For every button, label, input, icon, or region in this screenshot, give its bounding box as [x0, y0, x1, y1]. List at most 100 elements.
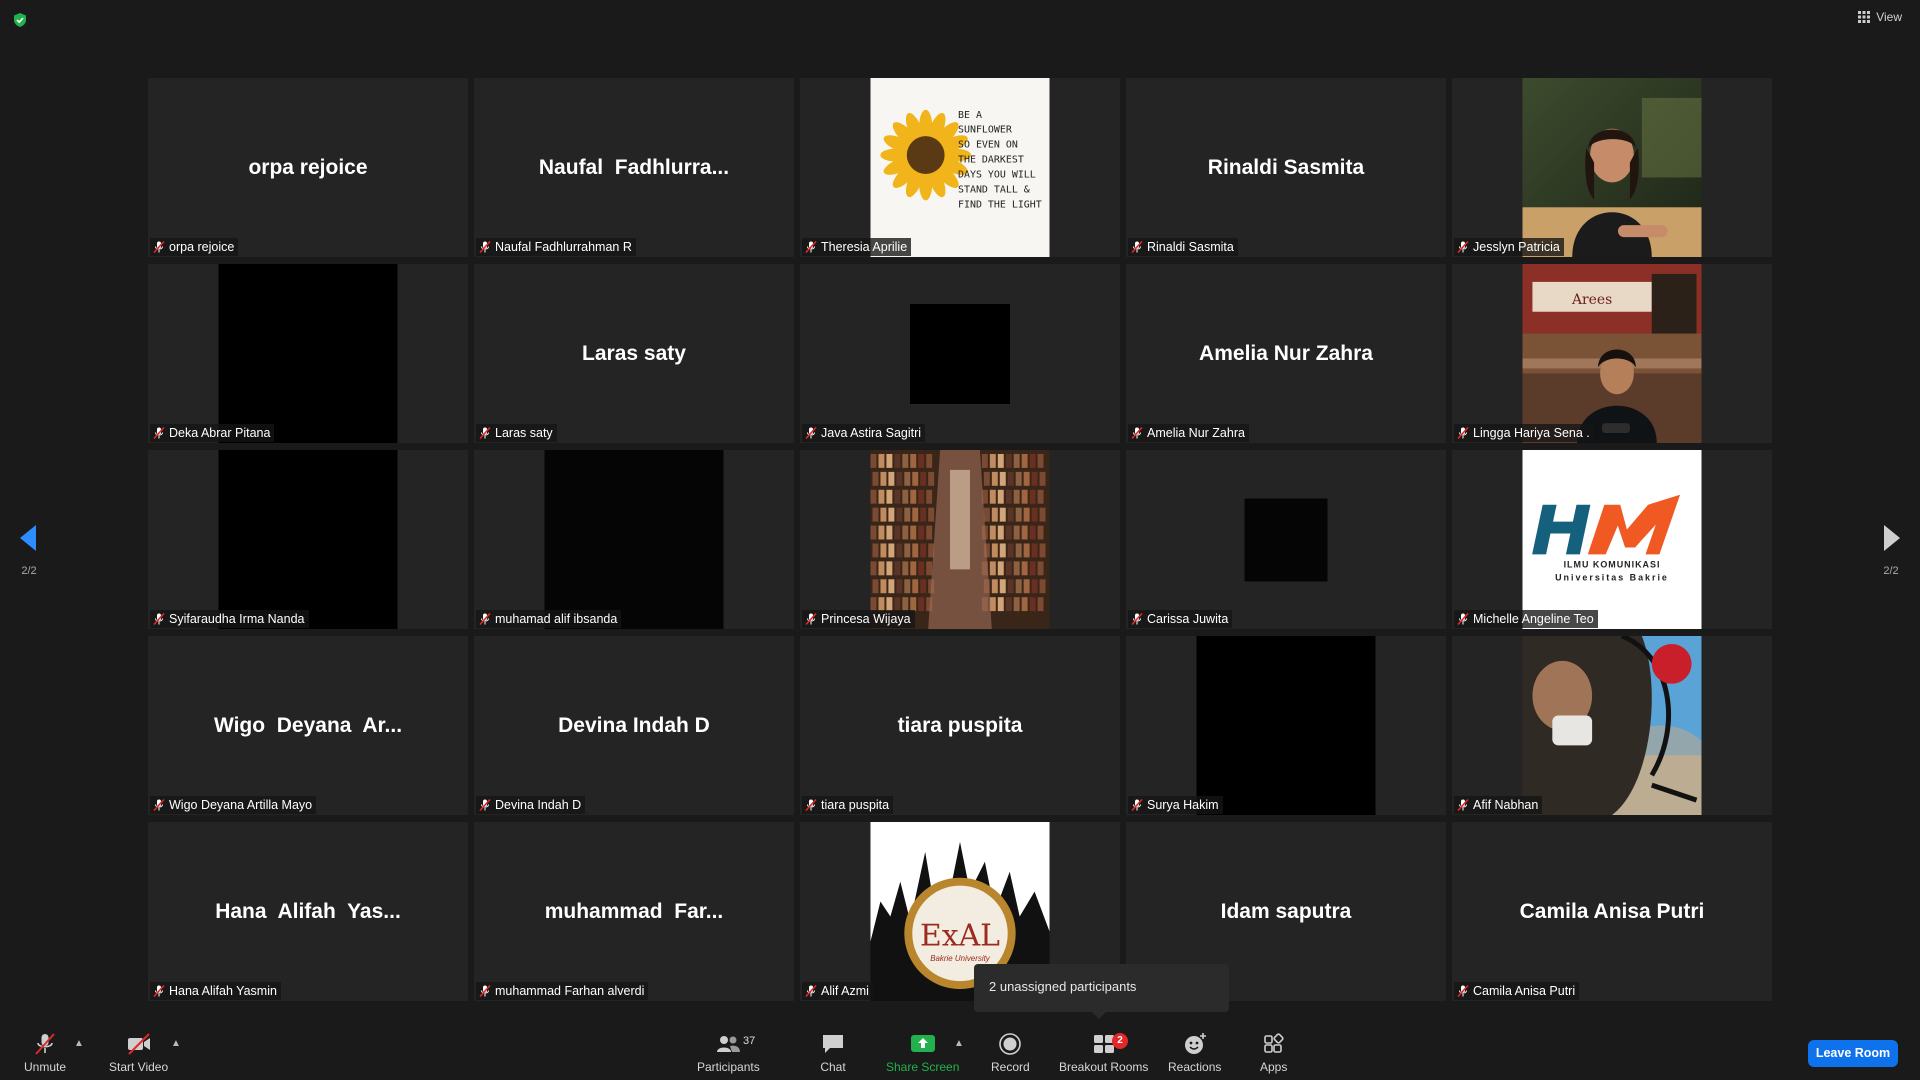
reactions-button[interactable]: Reactions — [1168, 1032, 1221, 1074]
muted-microphone-icon — [1457, 985, 1469, 997]
participant-display-name: muhammad Far... — [544, 899, 724, 923]
participant-video — [910, 303, 1010, 404]
participant-name-label: Rinaldi Sasmita — [1128, 238, 1238, 256]
participant-name-label: Alif Azmi — [802, 982, 873, 1000]
participant-video: BE A SUNFLOWER SO EVEN ON THE DARKEST DAYS Y… — [870, 78, 1050, 257]
participant-tile[interactable]: muhammad Far... muhammad Farhan alverdi — [474, 822, 794, 1001]
participant-tile[interactable]: Princesa Wijaya — [800, 450, 1120, 629]
muted-microphone-icon — [1457, 427, 1469, 439]
participant-name-label: Jesslyn Patricia — [1454, 238, 1564, 256]
participant-name-label: Theresia Aprilie — [802, 238, 912, 256]
participant-name-text: Alif Azmi — [821, 984, 869, 998]
muted-microphone-icon — [1131, 241, 1143, 253]
apps-button[interactable]: Apps — [1260, 1032, 1287, 1074]
participant-tile[interactable]: ILMU KOMUNIKASI Universitas Bakrie Michel… — [1452, 450, 1772, 629]
muted-microphone-icon — [153, 427, 165, 439]
page-indicator-right: 2/2 — [1883, 565, 1899, 577]
participant-tile[interactable]: Wigo Deyana Ar... Wigo Deyana Artilla May… — [148, 636, 468, 815]
participant-tile[interactable]: Jesslyn Patricia — [1452, 78, 1772, 257]
participant-display-name: orpa rejoice — [248, 155, 368, 179]
participant-tile[interactable]: Carissa Juwita — [1126, 450, 1446, 629]
start-video-label: Start Video — [109, 1060, 169, 1074]
participant-display-name: Rinaldi Sasmita — [1207, 155, 1365, 179]
participant-tile[interactable]: Naufal Fadhlurra... Naufal Fadhlurrahman … — [474, 78, 794, 257]
participant-name-text: Theresia Aprilie — [821, 240, 908, 254]
participant-name-label: Naufal Fadhlurrahman R — [476, 238, 636, 256]
muted-microphone-icon — [479, 241, 491, 253]
encryption-shield-icon[interactable] — [12, 12, 28, 28]
breakout-rooms-label: Breakout Rooms — [1059, 1060, 1149, 1074]
participant-tile[interactable]: Rinaldi Sasmita Rinaldi Sasmita — [1126, 78, 1446, 257]
muted-microphone-icon — [1457, 613, 1469, 625]
participant-video: ILMU KOMUNIKASI Universitas Bakrie — [1522, 450, 1702, 629]
participant-name-text: Deka Abrar Pitana — [169, 426, 271, 440]
leave-room-button[interactable]: Leave Room — [1808, 1040, 1898, 1067]
start-video-button[interactable]: Start Video — [109, 1032, 168, 1074]
unmute-button[interactable]: Unmute — [24, 1032, 66, 1074]
participant-tile[interactable]: Devina Indah D Devina Indah D — [474, 636, 794, 815]
participant-video — [1196, 636, 1376, 815]
participant-name-label: Java Astira Sagitri — [802, 424, 926, 442]
top-bar: View — [0, 0, 1920, 40]
participant-name-text: Laras saty — [495, 426, 553, 440]
muted-microphone-icon — [805, 985, 817, 997]
participant-display-name: Camila Anisa Putri — [1519, 899, 1705, 923]
participant-tile[interactable]: Syifaraudha Irma Nanda — [148, 450, 468, 629]
participant-tile[interactable]: Hana Alifah Yas... Hana Alifah Yasmin — [148, 822, 468, 1001]
participants-icon — [717, 1036, 741, 1052]
participant-display-name: Naufal Fadhlurra... — [538, 155, 730, 179]
participant-tile[interactable]: BE A SUNFLOWER SO EVEN ON THE DARKEST DAYS Y… — [800, 78, 1120, 257]
sunflower-quote-line: FIND THE LIGHT — [958, 199, 1042, 210]
view-label: View — [1876, 10, 1902, 24]
tooltip-text: 2 unassigned participants — [989, 979, 1137, 994]
participant-tile[interactable]: Deka Abrar Pitana — [148, 264, 468, 443]
breakout-rooms-button[interactable]: Breakout Rooms — [1059, 1032, 1148, 1074]
participant-name-text: Lingga Hariya Sena . — [1473, 426, 1590, 440]
muted-microphone-icon — [1131, 799, 1143, 811]
participant-video — [1522, 78, 1702, 257]
participant-name-label: Hana Alifah Yasmin — [150, 982, 281, 1000]
participant-tile[interactable]: Laras saty Laras saty — [474, 264, 794, 443]
chat-button[interactable]: Chat — [820, 1032, 846, 1074]
video-options-chevron-icon[interactable]: ▲ — [171, 1038, 181, 1049]
participant-name-text: Jesslyn Patricia — [1473, 240, 1560, 254]
record-icon — [999, 1033, 1022, 1055]
share-screen-icon — [910, 1035, 935, 1052]
participant-name-text: Afif Nabhan — [1473, 798, 1539, 812]
share-options-chevron-icon[interactable]: ▲ — [954, 1038, 964, 1049]
participant-tile[interactable]: tiara puspita tiara puspita — [800, 636, 1120, 815]
participant-video — [1244, 498, 1328, 581]
participant-display-name: Laras saty — [582, 341, 686, 365]
apps-icon — [1263, 1033, 1284, 1053]
participant-name-label: Lingga Hariya Sena . — [1454, 424, 1594, 442]
reactions-smiley-icon — [1184, 1033, 1206, 1054]
audio-options-chevron-icon[interactable]: ▲ — [74, 1038, 84, 1049]
record-button[interactable]: Record — [991, 1032, 1030, 1074]
participant-tile[interactable]: Arees Lingga Hariya Sena . — [1452, 264, 1772, 443]
participants-label: Participants — [697, 1060, 760, 1074]
participant-tile[interactable]: Surya Hakim — [1126, 636, 1446, 815]
participant-tile[interactable]: Afif Nabhan — [1452, 636, 1772, 815]
participant-name-label: Michelle Angeline Teo — [1454, 610, 1598, 628]
video-off-icon — [127, 1033, 150, 1055]
next-page-arrow-icon[interactable] — [1882, 523, 1902, 558]
participant-name-text: Camila Anisa Putri — [1473, 984, 1576, 998]
share-screen-button[interactable]: Share Screen — [886, 1032, 959, 1074]
participant-tile[interactable]: orpa rejoice orpa rejoice — [148, 78, 468, 257]
participant-name-text: orpa rejoice — [169, 240, 235, 254]
muted-microphone-icon — [1457, 799, 1469, 811]
participant-name-text: Hana Alifah Yasmin — [169, 984, 277, 998]
participant-name-label: Wigo Deyana Artilla Mayo — [150, 796, 317, 814]
muted-microphone-icon — [805, 613, 817, 625]
muted-microphone-icon — [153, 985, 165, 997]
participant-display-name: tiara puspita — [897, 713, 1023, 737]
sunflower-quote-line: BE A — [958, 110, 982, 121]
participant-tile[interactable]: Camila Anisa Putri Camila Anisa Putri — [1452, 822, 1772, 1001]
participant-tile[interactable]: Java Astira Sagitri — [800, 264, 1120, 443]
participant-video — [218, 264, 398, 443]
previous-page-arrow-icon[interactable] — [18, 523, 38, 558]
participant-tile[interactable]: Amelia Nur Zahra Amelia Nur Zahra — [1126, 264, 1446, 443]
view-button[interactable]: View — [1858, 10, 1902, 24]
svg-text:Arees: Arees — [1571, 292, 1612, 308]
participant-tile[interactable]: muhamad alif ibsanda — [474, 450, 794, 629]
